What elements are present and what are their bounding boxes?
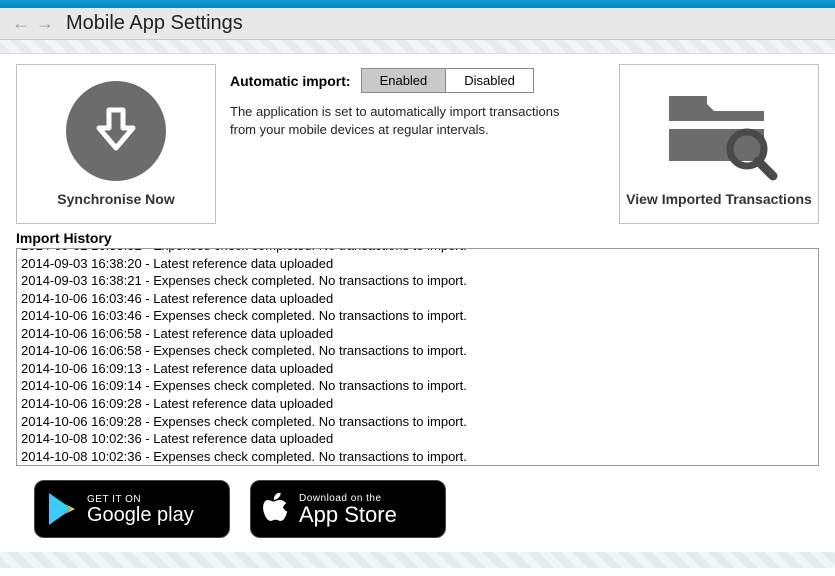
history-entry: 2014-10-06 16:06:58 - Latest reference d… (21, 325, 814, 343)
app-store-big: App Store (299, 502, 397, 527)
automatic-import-label: Automatic import: (230, 73, 351, 89)
import-history-list[interactable]: 2014-09-02 16:05:49 - Expenses check com… (16, 248, 819, 466)
google-play-icon (47, 493, 77, 525)
history-entry: 2014-10-06 16:03:46 - Expenses check com… (21, 307, 814, 325)
history-entry: 2014-10-06 16:09:28 - Expenses check com… (21, 413, 814, 431)
decorative-strip-bottom (0, 552, 835, 568)
settings-panel: Automatic import: Enabled Disabled The a… (230, 64, 605, 138)
history-entry: 2014-10-06 16:09:14 - Expenses check com… (21, 377, 814, 395)
history-entry: 2014-10-08 10:02:36 - Latest reference d… (21, 430, 814, 448)
google-play-big: Google play (87, 504, 194, 526)
decorative-strip (0, 40, 835, 54)
automatic-import-disabled[interactable]: Disabled (445, 69, 533, 92)
synchronise-now-label: Synchronise Now (57, 191, 174, 207)
synchronise-now-tile[interactable]: Synchronise Now (16, 64, 216, 224)
page-header: ← → Mobile App Settings (0, 8, 835, 40)
sync-icon (66, 81, 166, 181)
history-entry: 2014-10-06 16:09:28 - Latest reference d… (21, 395, 814, 413)
import-history-title: Import History (16, 230, 819, 246)
automatic-import-toggle: Enabled Disabled (361, 68, 534, 93)
history-entry: 2014-09-03 16:38:21 - Expenses check com… (21, 272, 814, 290)
back-arrow-icon[interactable]: ← (12, 13, 30, 34)
apple-icon (263, 493, 289, 525)
history-entry: 2014-10-08 10:02:36 - Expenses check com… (21, 448, 814, 466)
google-play-badge[interactable]: GET IT ON Google play (34, 480, 230, 538)
automatic-import-enabled[interactable]: Enabled (362, 69, 446, 92)
history-entry: 2014-09-03 16:38:20 - Latest reference d… (21, 255, 814, 273)
page-title: Mobile App Settings (66, 12, 243, 35)
history-entry: 2014-09-02 16:33:52 - Expenses check com… (21, 248, 814, 255)
app-store-badge[interactable]: Download on the App Store (250, 480, 446, 538)
forward-arrow-icon[interactable]: → (36, 13, 54, 34)
history-entry: 2014-10-06 16:03:46 - Latest reference d… (21, 290, 814, 308)
view-imported-tile[interactable]: View Imported Transactions (619, 64, 819, 224)
history-entry: 2014-10-06 16:06:58 - Expenses check com… (21, 342, 814, 360)
history-entry: 2014-10-06 16:09:13 - Latest reference d… (21, 360, 814, 378)
automatic-import-description: The application is set to automatically … (230, 103, 570, 138)
content-area: Synchronise Now Automatic import: Enable… (0, 54, 835, 552)
window-chrome-bar (0, 0, 835, 8)
view-imported-label: View Imported Transactions (626, 191, 812, 207)
folder-search-icon (659, 81, 779, 181)
